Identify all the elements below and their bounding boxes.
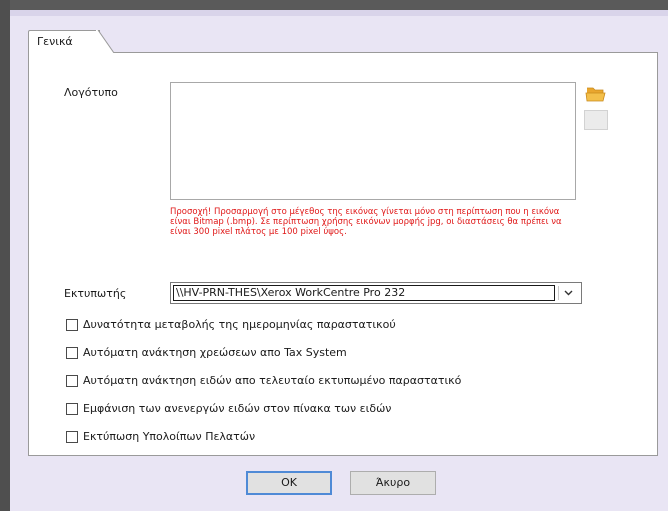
- clear-logo-button[interactable]: [584, 110, 608, 130]
- checkbox[interactable]: [66, 375, 78, 387]
- folder-icon: [585, 87, 606, 102]
- checkbox[interactable]: [66, 431, 78, 443]
- window-frame-top: [0, 0, 668, 10]
- option-label: Εμφάνιση των ανενεργών ειδών στον πίνακα…: [83, 402, 392, 415]
- tab-general-edge: [96, 30, 114, 53]
- option-label: Δυνατότητα μεταβολής της ημερομηνίας παρ…: [83, 318, 396, 331]
- chevron-down-glyph: [564, 290, 573, 296]
- logo-preview[interactable]: [170, 82, 576, 200]
- chevron-down-icon[interactable]: [558, 286, 578, 300]
- tab-general[interactable]: Γενικά: [28, 30, 100, 53]
- printer-label: Εκτυπωτής: [64, 287, 127, 300]
- printer-value: \\HV-PRN-THES\Xerox WorkCentre Pro 232: [173, 285, 555, 301]
- logo-label: Λογότυπο: [64, 86, 118, 99]
- cancel-button[interactable]: Άκυρο: [350, 471, 436, 495]
- option-label: Αυτόματη ανάκτηση χρεώσεων απο Tax Syste…: [83, 346, 347, 359]
- checkbox[interactable]: [66, 403, 78, 415]
- window-frame-left: [0, 0, 10, 511]
- option-label: Αυτόματη ανάκτηση ειδών απο τελευταίο εκ…: [83, 374, 462, 387]
- browse-logo-button[interactable]: [584, 82, 608, 106]
- logo-size-warning: Προσοχή! Προσαρμογή στο μέγεθος της εικό…: [170, 207, 562, 237]
- tab-general-label: Γενικά: [37, 35, 73, 48]
- checkbox[interactable]: [66, 319, 78, 331]
- option-label: Εκτύπωση Υπολοίπων Πελατών: [83, 430, 256, 443]
- printer-select[interactable]: \\HV-PRN-THES\Xerox WorkCentre Pro 232: [170, 282, 582, 304]
- checkbox[interactable]: [66, 347, 78, 359]
- window-inner-edge: [10, 10, 668, 16]
- ok-button[interactable]: OK: [246, 471, 332, 495]
